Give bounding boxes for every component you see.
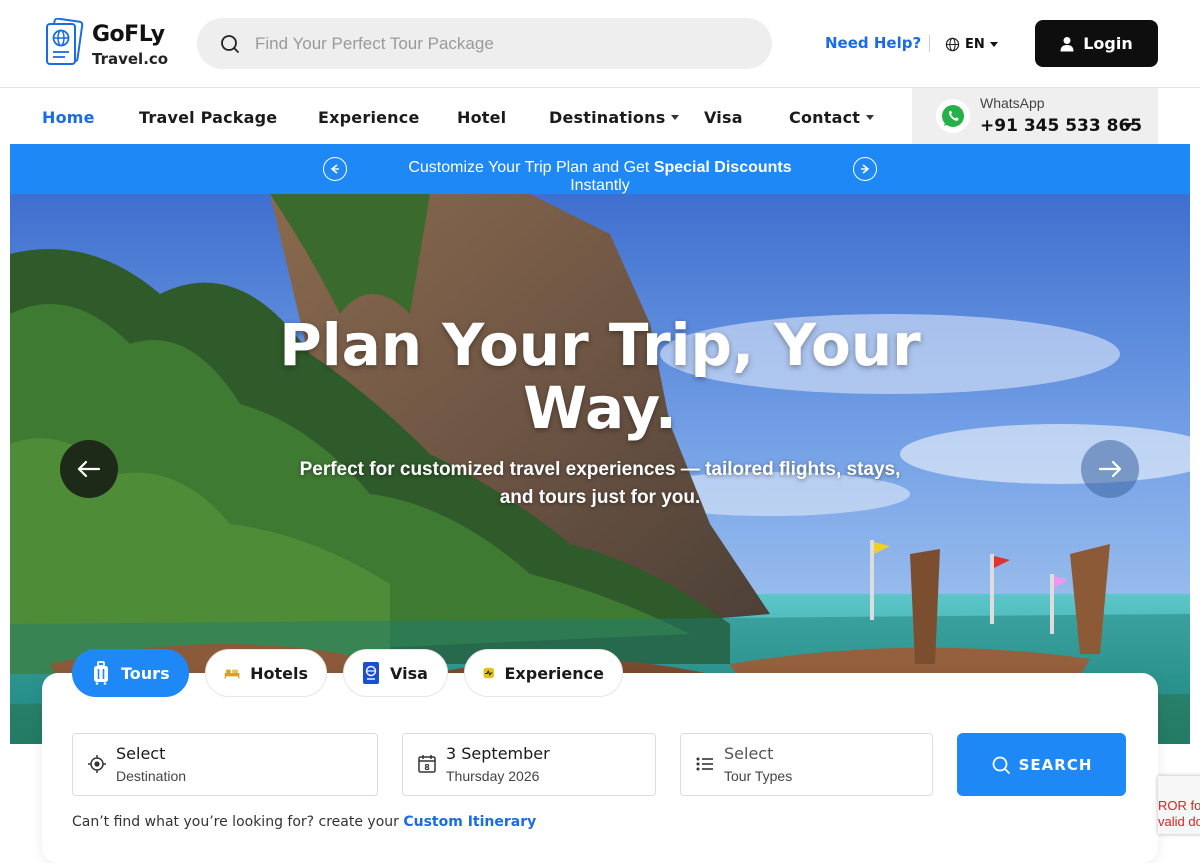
passport-icon	[363, 662, 379, 684]
hero-prev-button[interactable]	[60, 440, 118, 498]
nav-label: Home	[42, 108, 95, 127]
destination-label: Destination	[116, 768, 187, 784]
tour-type-value: Select	[724, 744, 774, 763]
chevron-down-icon	[866, 115, 875, 120]
tab-label: Hotels	[250, 663, 308, 683]
hero-next-button[interactable]	[1081, 440, 1139, 498]
location-target-icon	[88, 755, 106, 773]
tour-type-select[interactable]: Select Tour Types	[680, 733, 933, 796]
arrow-left-icon	[77, 460, 101, 478]
site-logo[interactable]: GoFLy Travel.co	[44, 18, 174, 70]
tour-type-label: Tour Types	[724, 768, 793, 784]
logo-title: GoFLy	[92, 22, 165, 47]
nav-label: Travel Package	[139, 108, 278, 127]
nav-item-home[interactable]: Home	[42, 108, 95, 127]
header-divider	[929, 35, 930, 52]
promo-text-highlight: Special Discounts	[653, 159, 792, 176]
nav-item-hotel[interactable]: Hotel	[457, 108, 506, 127]
tab-label: Visa	[390, 663, 428, 683]
search-button[interactable]: SEARCH	[957, 733, 1126, 796]
date-weekday: Thursday 2026	[446, 768, 540, 784]
search-icon	[992, 756, 1010, 774]
search-button-label: SEARCH	[1018, 755, 1093, 774]
whatsapp-phone: +91 345 533 865	[980, 116, 1143, 136]
arrow-right-icon	[1098, 460, 1122, 478]
custom-itinerary-link[interactable]: Custom Itinerary	[403, 814, 536, 830]
promo-banner: Customize Your Trip Plan and Get Special…	[10, 144, 1190, 194]
custom-itinerary-prompt: Can’t find what you’re looking for? crea…	[72, 814, 536, 830]
arrow-left-icon	[330, 164, 339, 174]
language-label: EN	[965, 36, 985, 52]
arrow-right-icon	[861, 164, 870, 174]
tab-visa[interactable]: Visa	[343, 649, 448, 697]
luggage-icon	[94, 661, 108, 685]
promo-text: Customize Your Trip Plan and Get Special…	[380, 159, 820, 195]
login-button[interactable]: Login	[1035, 20, 1158, 67]
custom-itinerary-text: Can’t find what you’re looking for? crea…	[72, 814, 404, 830]
site-header: GoFLy Travel.co Need Help? EN Login	[0, 0, 1200, 88]
promo-text-start: Customize Your Trip Plan and Get	[408, 159, 654, 176]
hero-title: Plan Your Trip, Your Way.	[279, 311, 921, 442]
language-selector[interactable]: EN	[945, 33, 998, 55]
nav-item-contact[interactable]: Contact	[789, 108, 875, 127]
user-icon	[1060, 36, 1074, 51]
tab-hotels[interactable]: Hotels	[205, 649, 327, 697]
globe-icon	[945, 37, 960, 51]
activity-icon	[483, 667, 494, 679]
recaptcha-error-line-2: valid do	[1158, 814, 1200, 829]
nav-label: Hotel	[457, 108, 507, 127]
chevron-down-icon	[989, 41, 998, 47]
nav-item-visa[interactable]: Visa	[704, 108, 743, 127]
passport-logo-icon	[46, 18, 84, 65]
calendar-day-number: 8	[424, 763, 430, 772]
destination-select[interactable]: Select Destination	[72, 733, 378, 796]
list-icon	[696, 757, 713, 771]
whatsapp-contact[interactable]: WhatsApp +91 345 533 865	[912, 88, 1158, 144]
nav-item-travel-package[interactable]: Travel Package	[139, 108, 277, 127]
nav-label: Destinations	[549, 108, 666, 127]
search-input[interactable]	[255, 30, 735, 58]
tour-search-bar	[197, 18, 772, 69]
recaptcha-error-line-1: ROR fo	[1158, 798, 1200, 813]
search-icon	[221, 35, 239, 53]
chevron-down-icon	[1123, 123, 1133, 129]
tab-label: Experience	[504, 663, 604, 683]
nav-item-experience[interactable]: Experience	[318, 108, 420, 127]
chevron-down-icon	[671, 115, 680, 120]
need-help-link[interactable]: Need Help?	[825, 34, 921, 52]
date-picker[interactable]: 8 3 September Thursday 2026	[402, 733, 656, 796]
tab-tours[interactable]: Tours	[72, 649, 189, 697]
nav-label: Contact	[789, 108, 861, 127]
destination-value: Select	[116, 744, 166, 763]
promo-next-button[interactable]	[853, 157, 877, 181]
nav-label: Experience	[318, 108, 420, 127]
tab-experience[interactable]: Experience	[464, 649, 623, 697]
whatsapp-icon	[936, 99, 970, 133]
nav-label: Visa	[704, 108, 743, 127]
logo-subtitle: Travel.co	[92, 50, 169, 68]
promo-prev-button[interactable]	[323, 157, 347, 181]
calendar-icon: 8	[418, 755, 436, 773]
hero-subtitle: Perfect for customized travel experience…	[299, 459, 901, 508]
date-value: 3 September	[446, 744, 550, 763]
login-label: Login	[1083, 34, 1133, 53]
nav-item-destinations[interactable]: Destinations	[549, 108, 680, 127]
whatsapp-label: WhatsApp	[980, 95, 1045, 111]
recaptcha-badge[interactable]: ROR fo valid do	[1158, 776, 1200, 834]
tab-label: Tours	[121, 663, 170, 683]
bed-icon	[224, 669, 240, 679]
promo-text-end: Instantly	[570, 177, 630, 194]
